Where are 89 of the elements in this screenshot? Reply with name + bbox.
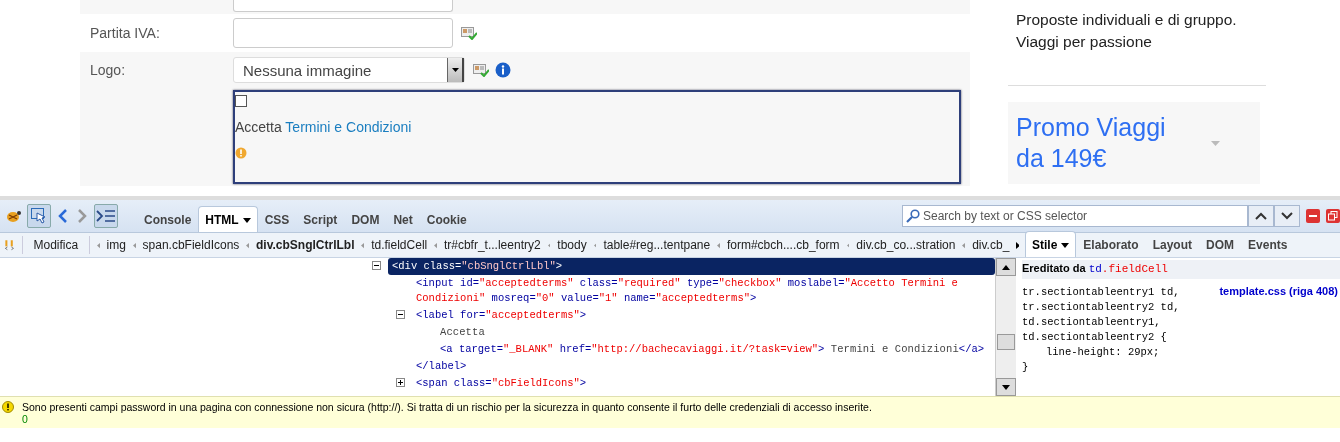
code-line[interactable]: <a target="_BLANK" href="http://bachecaviaggi.it/?task=view"> Termini e Condizioni</a> [436, 341, 995, 358]
search-field[interactable]: Search by text or CSS selector [902, 205, 1248, 227]
panel-tab[interactable]: Script [296, 206, 345, 232]
separator-arrow-icon [846, 241, 850, 249]
breadcrumb-item[interactable]: span.cbFieldIcons [142, 238, 240, 252]
info-icon[interactable] [495, 62, 511, 78]
breadcrumb-item[interactable]: div.cb_ [972, 238, 1010, 252]
breadcrumb-item[interactable]: div.cbSnglCtrlLbl [256, 238, 355, 252]
separator-arrow-icon [962, 241, 966, 249]
inherited-selector[interactable]: td.fieldCell [1088, 263, 1168, 275]
panel-tab[interactable]: HTML [198, 206, 258, 232]
panel-tab[interactable]: DOM [344, 206, 387, 232]
warning-icon [2, 401, 14, 413]
scroll-thumb[interactable] [997, 334, 1015, 350]
terms-link[interactable]: Termini e Condizioni [285, 119, 412, 135]
breadcrumb-item[interactable]: form#cbch....cb_form [726, 238, 840, 252]
separator-arrow-icon [132, 241, 136, 249]
panel-tab[interactable]: DOM [1199, 231, 1242, 257]
panel-tab[interactable]: Stile [1025, 231, 1077, 257]
next-match-button[interactable] [1274, 205, 1300, 227]
css-selector: td.sectiontableentry2 { [1022, 330, 1168, 345]
code-line[interactable]: <span class="cbFieldIcons"> [412, 375, 995, 392]
separator-arrow-icon [96, 241, 100, 249]
dropdown-caret-icon[interactable] [451, 68, 459, 72]
panel-tab[interactable]: Net [386, 206, 420, 232]
scroll-down-icon[interactable] [1002, 384, 1010, 390]
code-line[interactable]: <input id="acceptedterms" class="required" type="checkbox" moslabel="Accetto Termini e Condizioni" mosreq="0" value="1" name="acceptedterms"> [412, 275, 995, 307]
css-selector: td.sectiontableentry1, [1022, 315, 1162, 330]
command-line-button[interactable] [94, 204, 118, 228]
minimize-button[interactable] [1306, 209, 1320, 223]
collapse-icon[interactable] [372, 261, 381, 270]
code-line[interactable]: </label> [412, 358, 995, 375]
search-icon [906, 209, 920, 223]
chevron-up-icon[interactable] [1255, 212, 1267, 220]
field-label: Partita IVA: [90, 25, 160, 41]
bug-icon[interactable] [4, 209, 22, 223]
panel-tab[interactable]: Events [1241, 231, 1295, 257]
breadcrumb-item[interactable]: img [106, 238, 126, 252]
css-declaration[interactable]: line-height: 29px; [1022, 345, 1340, 360]
code-line[interactable]: <label for="acceptedterms"> [412, 307, 995, 324]
expand-icon[interactable] [396, 378, 405, 387]
caret-icon [1211, 140, 1220, 146]
field-label: Logo: [90, 62, 126, 78]
promo-title: Promo Viaggi da 149€ [1016, 112, 1167, 174]
promo-panel[interactable]: Promo Viaggi da 149€ [1008, 102, 1260, 184]
warning-icon [235, 147, 247, 159]
profile-card-icon [473, 63, 489, 77]
tagline-text: Proposte individuali e di gruppo. Viaggi per passione [1008, 9, 1266, 86]
css-selector: tr.sectiontableentry1 td, [1022, 285, 1180, 300]
minimize-icon[interactable] [1309, 214, 1317, 218]
code-line[interactable]: Accetta [436, 324, 995, 341]
breadcrumb-item[interactable]: tbody [557, 238, 587, 252]
chevron-down-icon[interactable] [1281, 212, 1293, 220]
checkbox[interactable] [235, 95, 247, 107]
previous-match-button[interactable] [1248, 205, 1274, 227]
separator-arrow-icon [717, 241, 720, 249]
collapse-icon[interactable] [396, 310, 405, 319]
profile-card-icon [461, 26, 477, 40]
separator-arrow-icon [434, 241, 437, 249]
warning-count: 0 [22, 413, 28, 425]
caret-icon[interactable] [242, 217, 251, 223]
edit-button[interactable]: Modifica [29, 238, 83, 252]
closing-brace: } [1022, 360, 1030, 375]
separator-arrow-icon [593, 241, 597, 249]
breadcrumb-item[interactable]: td.fieldCell [371, 238, 428, 252]
separator-arrow-icon [246, 241, 250, 249]
warning-message: Sono presenti campi password in una pagina con connessione non sicura (http://). Si tratta di un rischio per la sicurezza in quanto consente il furto delle credenziali di accesso inserite. [22, 401, 872, 413]
caret-icon[interactable] [1061, 242, 1070, 248]
panel-tab[interactable]: CSS [257, 206, 297, 232]
back-icon[interactable] [56, 208, 70, 224]
breadcrumb-item[interactable]: tr#cbfr_t...leentry2 [443, 238, 541, 252]
inherited-label: Ereditato da [1022, 262, 1086, 274]
inspect-button[interactable] [27, 204, 51, 228]
breadcrumb-item[interactable]: table#reg...tentpane [603, 238, 711, 252]
breadcrumb-item[interactable]: div.cb_co...stration [856, 238, 956, 252]
panel-tab[interactable]: Layout [1145, 231, 1200, 257]
separator-arrow-icon [547, 241, 551, 249]
image-select[interactable]: Nessuna immagine [233, 57, 465, 83]
panel-tab[interactable]: Cookie [419, 206, 474, 232]
checkbox-label: Accetta [235, 119, 282, 135]
scroll-up-icon[interactable] [1002, 264, 1010, 270]
css-selector: tr.sectiontableentry2 td, [1022, 300, 1180, 315]
scrollbar[interactable] [995, 258, 1016, 396]
separator-arrow-icon [361, 241, 365, 249]
text-field[interactable] [233, 18, 453, 48]
panel-tab[interactable]: Console [137, 206, 199, 232]
panel-tab[interactable]: Elaborato [1076, 231, 1146, 257]
scroll-right-icon[interactable] [1016, 241, 1019, 249]
stylesheet-link[interactable]: template.css (riga 408) [1219, 285, 1340, 345]
